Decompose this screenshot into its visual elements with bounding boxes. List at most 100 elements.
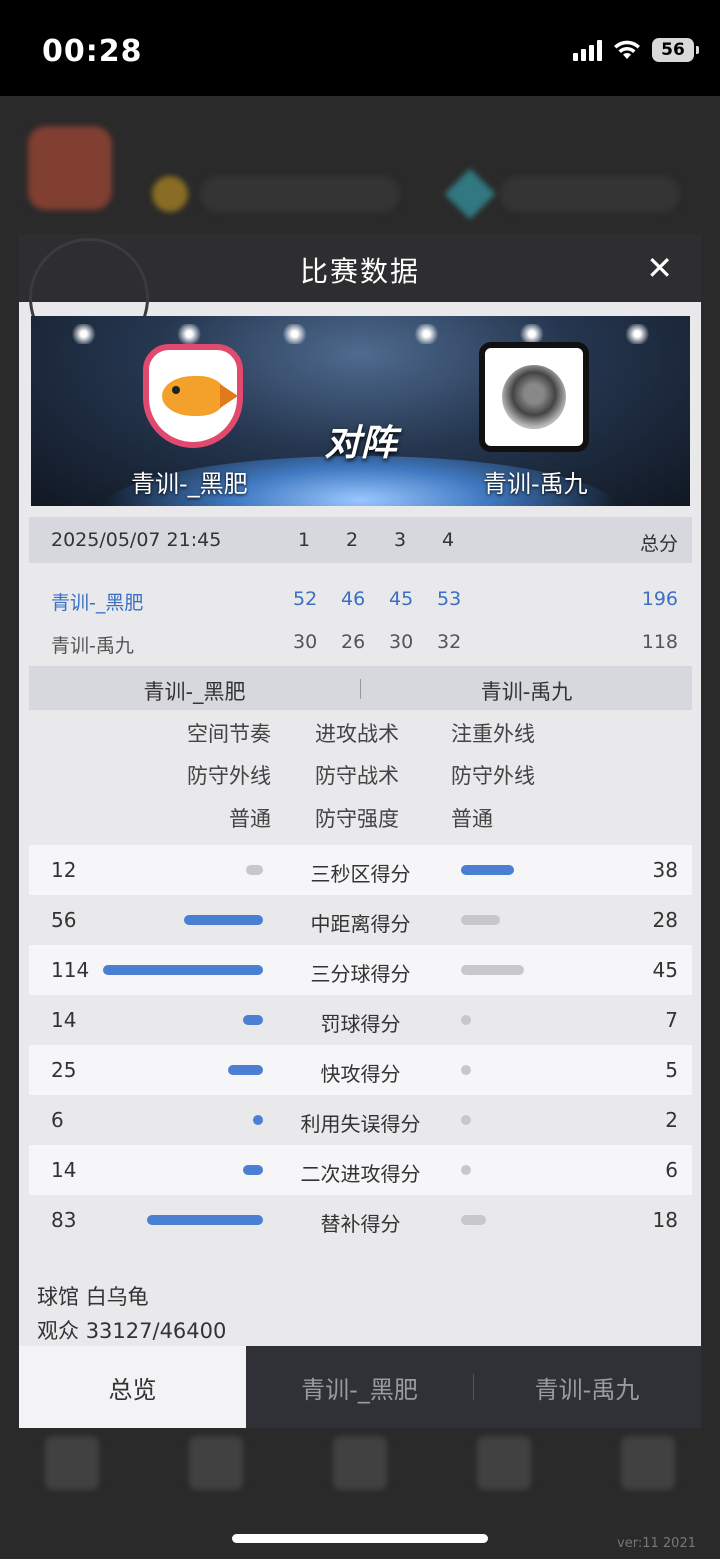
close-icon[interactable]: ✕ — [646, 252, 673, 284]
away-stat-bar — [461, 865, 514, 875]
vs-label: 对阵 — [324, 423, 397, 464]
away-stat-bar — [461, 1115, 471, 1125]
away-stat-value: 18 — [652, 1208, 678, 1232]
tactic-row: 空间节奏 进攻战术 注重外线 — [29, 712, 692, 754]
away-tactic: 注重外线 — [451, 722, 535, 746]
cellular-signal-icon — [573, 39, 602, 61]
away-stat-value: 7 — [665, 1008, 678, 1032]
quarter-score: 30 — [293, 631, 318, 653]
total-header: 总分 — [639, 533, 678, 555]
tab-home-team[interactable]: 青训-_黑肥 — [246, 1346, 473, 1428]
nav-icon — [45, 1436, 99, 1490]
stat-row: 14 二次进攻得分 6 — [29, 1145, 692, 1195]
stat-row: 14 罚球得分 7 — [29, 995, 692, 1045]
tab-divider — [473, 1374, 474, 1400]
tab-overview[interactable]: 总览 — [19, 1346, 246, 1428]
stadium-lights — [31, 324, 690, 344]
stat-row: 114 三分球得分 45 — [29, 945, 692, 995]
status-bar: 00:28 56 — [0, 0, 720, 96]
match-stats-modal: 比赛数据 ✕ 对阵 青训-_黑肥 青训-禹九 2025/05/07 21:45 … — [19, 234, 701, 1428]
home-tactic: 普通 — [229, 807, 271, 831]
stat-row: 12 三秒区得分 38 — [29, 845, 692, 895]
home-stat-value: 14 — [51, 1158, 77, 1182]
tactic-label: 防守强度 — [315, 807, 399, 831]
quarter-score: 52 — [293, 588, 318, 610]
arena-line: 球馆 白乌龟 — [37, 1280, 226, 1314]
tactics-home-team: 青训-_黑肥 — [143, 680, 246, 704]
stat-label: 快攻得分 — [320, 1062, 401, 1086]
away-stat-value: 45 — [652, 958, 678, 982]
stats-list: 12 三秒区得分 38 56 中距离得分 28 114 三分球得分 45 14 罚球得分 7 25 快攻得… — [29, 845, 692, 1245]
gem-icon — [444, 168, 496, 220]
away-score-row: 青训-禹九 30 26 30 32 118 — [29, 619, 692, 661]
modal-header: 比赛数据 ✕ — [19, 234, 701, 358]
quarter-header: 1 — [298, 529, 311, 551]
stat-row: 83 替补得分 18 — [29, 1195, 692, 1245]
attendance-label: 观众 — [37, 1319, 79, 1343]
stat-row: 25 快攻得分 5 — [29, 1045, 692, 1095]
version-label: ver:11 2021 — [617, 1536, 696, 1551]
tactic-row: 普通 防守强度 普通 — [29, 797, 692, 839]
nav-icon — [477, 1436, 531, 1490]
venue-info: 球馆 白乌龟 观众 33127/46400 — [37, 1280, 226, 1348]
home-stat-value: 6 — [51, 1108, 64, 1132]
quarter-score: 30 — [389, 631, 414, 653]
arena-name: 白乌龟 — [85, 1285, 149, 1309]
avatar — [28, 126, 112, 210]
quarter-score: 32 — [437, 631, 462, 653]
stat-row: 6 利用失误得分 2 — [29, 1095, 692, 1145]
away-stat-value: 38 — [652, 858, 678, 882]
stat-row: 56 中距离得分 28 — [29, 895, 692, 945]
away-team-name: 青训-禹九 — [483, 470, 588, 498]
score-table-header: 2025/05/07 21:45 1 2 3 4 总分 — [29, 517, 692, 563]
coin-balance — [200, 176, 400, 212]
away-stat-bar — [461, 1065, 471, 1075]
quarter-score: 53 — [437, 588, 462, 610]
total-score: 196 — [641, 588, 678, 610]
match-datetime: 2025/05/07 21:45 — [51, 529, 222, 551]
home-stat-value: 83 — [51, 1208, 77, 1232]
arena-label: 球馆 — [37, 1285, 79, 1309]
quarter-header: 3 — [394, 529, 407, 551]
away-stat-bar — [461, 1165, 471, 1175]
gem-balance — [500, 176, 680, 212]
modal-tabs: 总览 青训-_黑肥 青训-禹九 — [19, 1346, 701, 1428]
home-team-link[interactable]: 青训-_黑肥 — [51, 588, 143, 615]
home-score-row: 青训-_黑肥 52 46 45 53 196 — [29, 576, 692, 618]
away-stat-bar — [461, 1215, 486, 1225]
attendance-line: 观众 33127/46400 — [37, 1314, 226, 1348]
home-team-name: 青训-_黑肥 — [131, 470, 248, 498]
away-tactic: 普通 — [451, 807, 493, 831]
status-icons: 56 — [573, 38, 699, 62]
away-stat-bar — [461, 1015, 471, 1025]
away-stat-value: 5 — [665, 1058, 678, 1082]
fish-icon — [162, 376, 238, 416]
tab-away-team[interactable]: 青训-禹九 — [473, 1346, 701, 1428]
away-stat-value: 6 — [665, 1158, 678, 1182]
stat-label: 利用失误得分 — [300, 1112, 421, 1136]
away-tactic: 防守外线 — [451, 764, 535, 788]
tactics-header: 青训-_黑肥 青训-禹九 — [29, 666, 692, 710]
quarter-score: 26 — [341, 631, 366, 653]
quarter-header: 2 — [346, 529, 359, 551]
coin-icon — [152, 176, 188, 212]
away-stat-value: 28 — [652, 908, 678, 932]
home-stat-value: 12 — [51, 858, 77, 882]
stat-label: 中距离得分 — [310, 912, 411, 936]
status-time: 00:28 — [42, 34, 143, 69]
stat-label: 三分球得分 — [310, 962, 411, 986]
wifi-icon — [614, 40, 640, 59]
home-indicator[interactable] — [232, 1534, 488, 1543]
home-stat-value: 114 — [51, 958, 90, 982]
away-team-label: 青训-禹九 — [51, 635, 134, 657]
home-stat-value: 56 — [51, 908, 77, 932]
quarter-score: 46 — [341, 588, 366, 610]
away-stat-bar — [461, 965, 524, 975]
stat-label: 替补得分 — [320, 1212, 401, 1236]
stat-label: 三秒区得分 — [310, 862, 411, 886]
tactic-row: 防守外线 防守战术 防守外线 — [29, 754, 692, 796]
stat-label: 罚球得分 — [320, 1012, 401, 1036]
stat-label: 二次进攻得分 — [300, 1162, 421, 1186]
home-stat-value: 14 — [51, 1008, 77, 1032]
tactics-list: 空间节奏 进攻战术 注重外线 防守外线 防守战术 防守外线 普通 防守强度 普通 — [29, 712, 692, 842]
